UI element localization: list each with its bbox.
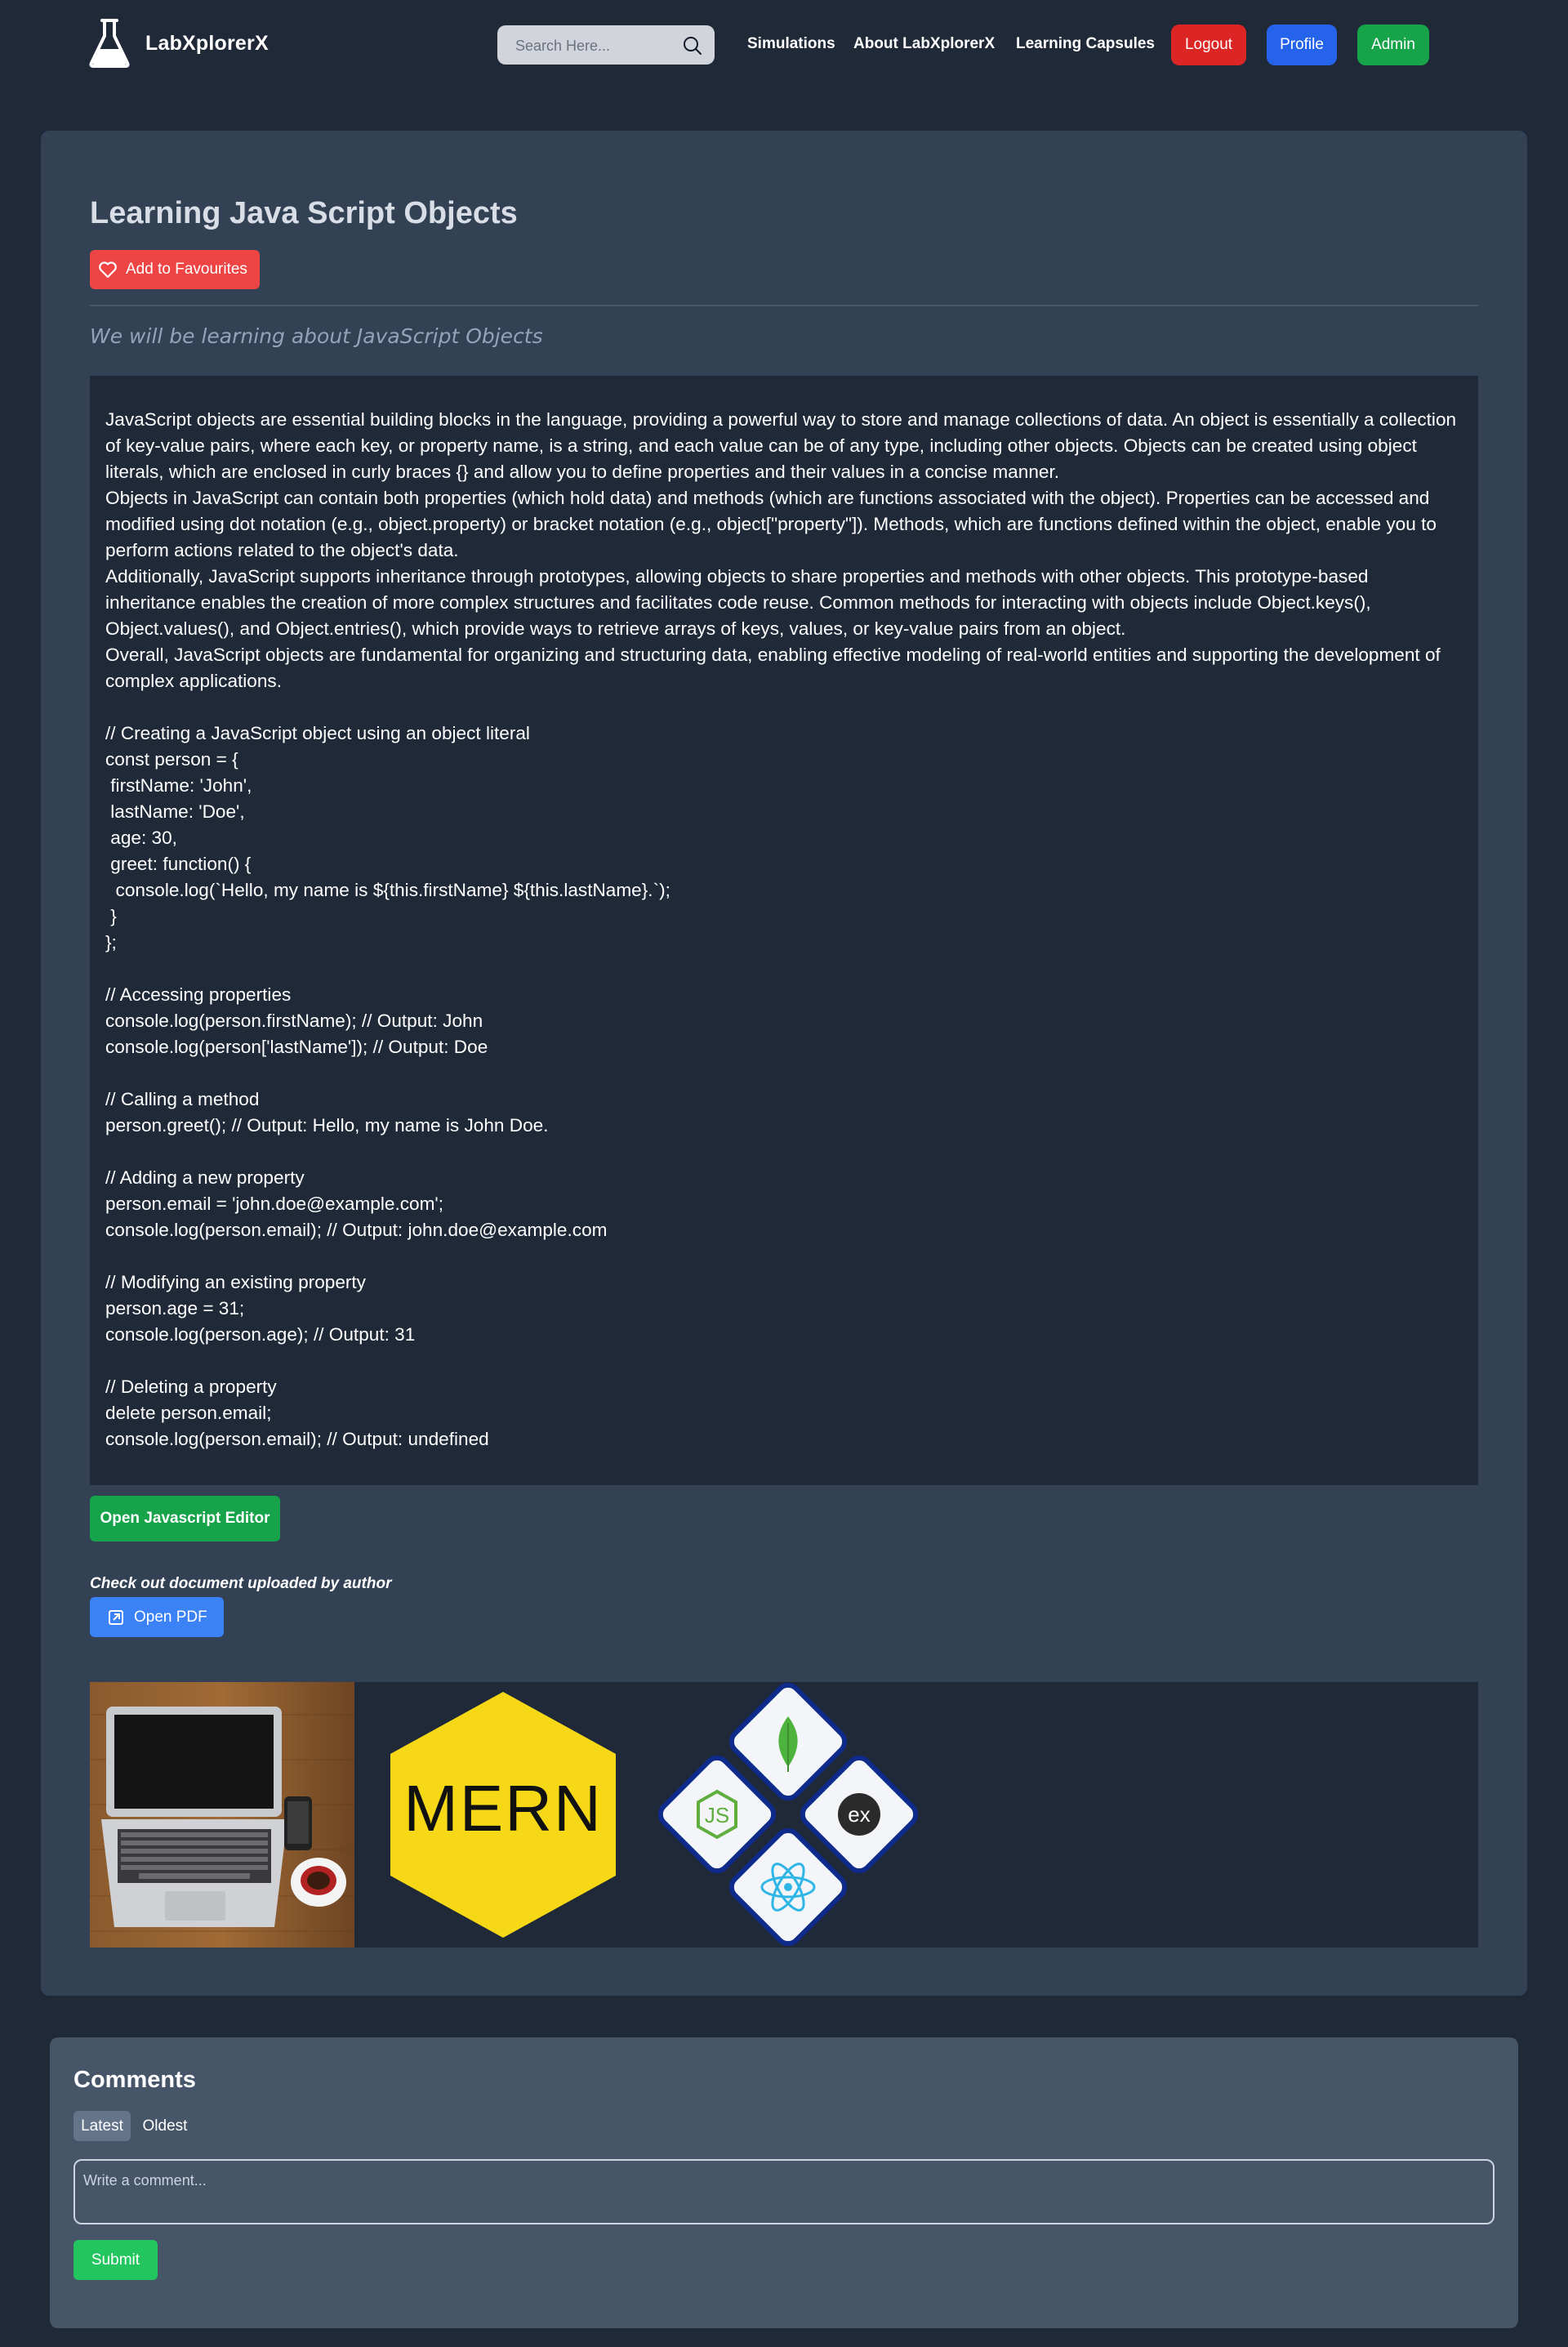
external-document-icon: [109, 1609, 123, 1625]
pdf-label: Check out document uploaded by author: [90, 1575, 392, 1592]
profile-button[interactable]: Profile: [1267, 25, 1337, 65]
navbar: LabXplorerX Simulations About LabXplorer…: [0, 0, 1568, 90]
add-to-favourites-label: Add to Favourites: [126, 261, 247, 278]
admin-button[interactable]: Admin: [1357, 25, 1429, 65]
content-paragraph: JavaScript objects are essential buildin…: [105, 409, 1457, 482]
brand[interactable]: LabXplorerX: [88, 18, 269, 69]
divider: [90, 305, 1478, 306]
ex-text: ex: [848, 1802, 870, 1827]
code-example: // Creating a JavaScript object using an…: [105, 723, 670, 1449]
content-paragraph: Overall, JavaScript objects are fundamen…: [105, 645, 1441, 691]
nav-link-learning-capsules[interactable]: Learning Capsules: [1016, 35, 1155, 53]
tab-oldest[interactable]: Oldest: [136, 2111, 194, 2141]
content-paragraph: Additionally, JavaScript supports inheri…: [105, 566, 1371, 639]
mern-stack-diamond-logo[interactable]: JS ex: [657, 1682, 919, 1948]
mern-text: MERN: [403, 1772, 603, 1845]
logout-button[interactable]: Logout: [1171, 25, 1246, 65]
capsule-card: Learning Java Script Objects Add to Favo…: [41, 131, 1527, 1996]
tab-latest[interactable]: Latest: [74, 2111, 131, 2141]
comments-section: Comments Latest Oldest Submit: [50, 2037, 1518, 2328]
open-pdf-button[interactable]: Open PDF: [90, 1597, 224, 1637]
open-pdf-label: Open PDF: [134, 1608, 207, 1626]
capsule-content: JavaScript objects are essential buildin…: [90, 376, 1478, 1485]
page-title: Learning Java Script Objects: [90, 196, 518, 230]
nav-link-simulations[interactable]: Simulations: [747, 35, 835, 53]
image-gallery: MERN JS ex: [90, 1682, 1478, 1948]
nav-link-about[interactable]: About LabXplorerX: [853, 35, 995, 53]
mern-hexagon-logo[interactable]: MERN: [389, 1690, 617, 1939]
submit-comment-button[interactable]: Submit: [74, 2240, 158, 2280]
search-input[interactable]: [514, 25, 672, 66]
comment-input[interactable]: [74, 2159, 1494, 2224]
js-text: JS: [705, 1803, 729, 1827]
comments-title: Comments: [74, 2067, 196, 2093]
page-subtitle: We will be learning about JavaScript Obj…: [90, 324, 543, 348]
heart-icon: [99, 261, 117, 279]
open-javascript-editor-button[interactable]: Open Javascript Editor: [90, 1496, 280, 1542]
search-box: [497, 25, 715, 66]
add-to-favourites-button[interactable]: Add to Favourites: [90, 250, 260, 289]
content-paragraph: Objects in JavaScript can contain both p…: [105, 488, 1437, 560]
content-text: JavaScript objects are essential buildin…: [105, 407, 1461, 1452]
flask-icon: [89, 19, 130, 68]
search-icon[interactable]: [682, 35, 703, 56]
brand-name: LabXplorerX: [145, 31, 269, 55]
laptop-photo[interactable]: [90, 1682, 354, 1948]
